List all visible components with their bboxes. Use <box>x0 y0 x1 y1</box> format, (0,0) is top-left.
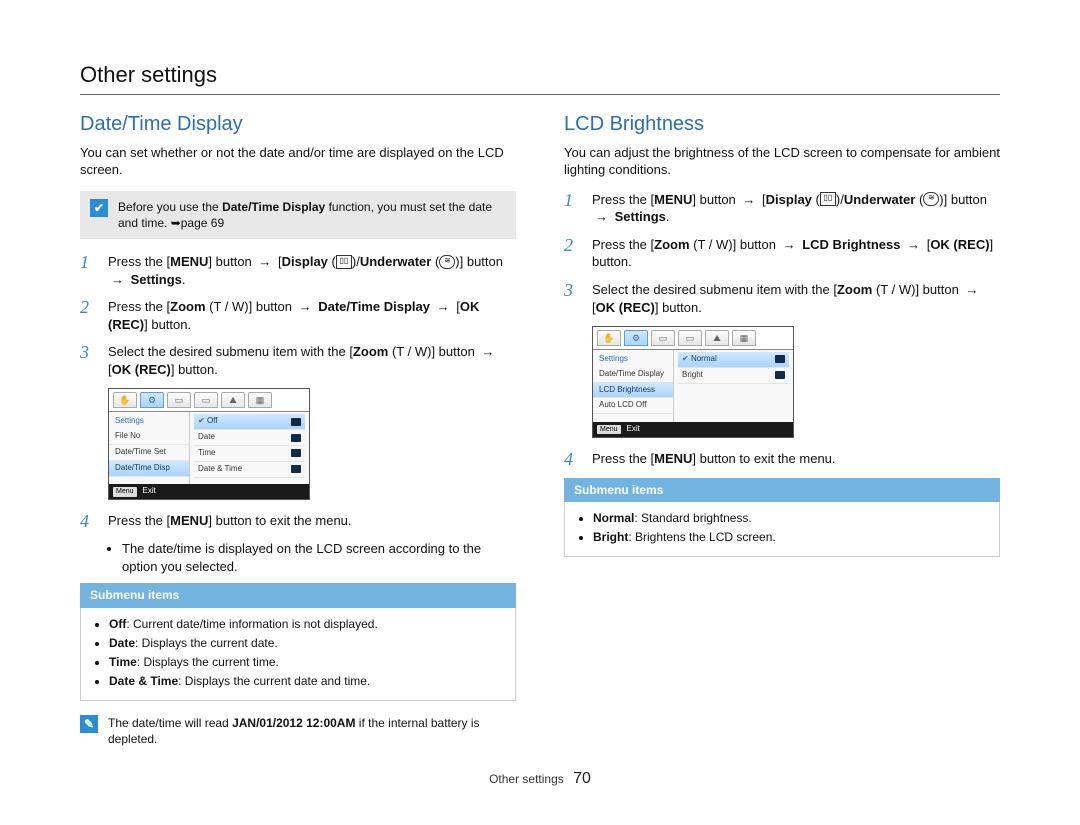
step-body: Press the [Zoom (T / W)] button → Date/T… <box>108 298 516 333</box>
section-title-lcd: LCD Brightness <box>564 111 1000 138</box>
ss-footer: Menu Exit <box>109 484 309 499</box>
ss-right-row: Date <box>194 430 305 446</box>
step-body: Select the desired submenu item with the… <box>108 343 516 378</box>
ss-left-row-selected: Date/Time Disp <box>109 461 189 477</box>
submenu-body-left: Off: Current date/time information is no… <box>80 608 516 702</box>
step-1: 1 Press the [MENU] button → [Display (▯▯… <box>80 253 516 288</box>
ss-menu-btn: Menu <box>597 425 621 434</box>
option-icon <box>775 371 785 379</box>
step-2: 2 Press the [Zoom (T / W)] button → Date… <box>80 298 516 333</box>
step-number: 2 <box>80 298 96 333</box>
page-title: Other settings <box>80 60 1000 90</box>
tab-icon-active: ⚙ <box>624 330 648 346</box>
tab-icon: ▦ <box>732 330 756 346</box>
ss-footer: Menu Exit <box>593 422 793 437</box>
ss-right-row: Date & Time <box>194 462 305 478</box>
submenu-item: Time: Displays the current time. <box>109 654 503 670</box>
step-1: 1 Press the [MENU] button → [Display (▯▯… <box>564 191 1000 226</box>
step-2: 2 Press the [Zoom (T / W)] button → LCD … <box>564 236 1000 271</box>
option-icon <box>775 355 785 363</box>
step-4: 4 Press the [MENU] button to exit the me… <box>80 512 516 530</box>
step-4-note: The date/time is displayed on the LCD sc… <box>80 540 516 575</box>
ss-left-title: Settings <box>593 352 673 367</box>
device-screenshot-datetime: ✋ ⚙ ▭ ▭ ⛰ ▦ Settings File No Date/Time S… <box>108 388 310 500</box>
underwater-icon: ≋ <box>923 192 939 206</box>
note-text: Before you use the Date/Time Display fun… <box>118 199 506 231</box>
tab-icon: ▭ <box>194 392 218 408</box>
step-body: Press the [MENU] button to exit the menu… <box>108 512 516 530</box>
underwater-icon: ≋ <box>439 255 455 269</box>
title-rule <box>80 94 1000 95</box>
right-column: LCD Brightness You can adjust the bright… <box>564 111 1000 748</box>
step-3: 3 Select the desired submenu item with t… <box>564 281 1000 316</box>
ss-left-row: Date/Time Set <box>109 445 189 461</box>
step-number: 2 <box>564 236 580 271</box>
ss-left-row: Auto LCD Off <box>593 398 673 414</box>
step-number: 4 <box>80 512 96 530</box>
submenu-item: Normal: Standard brightness. <box>593 510 987 526</box>
step-body: Press the [MENU] button to exit the menu… <box>592 450 1000 468</box>
option-icon <box>291 449 301 457</box>
display-icon: ▯▯ <box>820 192 836 206</box>
ss-left-row: Date/Time Display <box>593 367 673 383</box>
ss-exit-label: Exit <box>143 486 156 497</box>
step-body: Select the desired submenu item with the… <box>592 281 1000 316</box>
precondition-note: Before you use the Date/Time Display fun… <box>80 191 516 239</box>
step-body: Press the [Zoom (T / W)] button → LCD Br… <box>592 236 1000 271</box>
submenu-body-right: Normal: Standard brightness. Bright: Bri… <box>564 502 1000 557</box>
ss-exit-label: Exit <box>627 424 640 435</box>
tab-icon: ⛰ <box>221 392 245 408</box>
submenu-item: Off: Current date/time information is no… <box>109 616 503 632</box>
option-icon <box>291 418 301 426</box>
step-number: 4 <box>564 450 580 468</box>
tab-icon: ▭ <box>651 330 675 346</box>
submenu-header-right: Submenu items <box>564 478 1000 502</box>
note-icon <box>80 715 98 733</box>
tab-icon: ✋ <box>113 392 137 408</box>
tab-icon: ▭ <box>167 392 191 408</box>
ss-tabs: ✋ ⚙ ▭ ▭ ⛰ ▦ <box>593 327 793 350</box>
check-icon <box>90 199 108 217</box>
step-number: 1 <box>564 191 580 226</box>
submenu-header-left: Submenu items <box>80 583 516 607</box>
submenu-item: Bright: Brightens the LCD screen. <box>593 529 987 545</box>
battery-note: The date/time will read JAN/01/2012 12:0… <box>80 715 516 747</box>
option-icon <box>291 434 301 442</box>
page-footer: Other settings 70 <box>80 768 1000 790</box>
intro-datetime: You can set whether or not the date and/… <box>80 144 516 179</box>
step-number: 3 <box>80 343 96 378</box>
submenu-item: Date: Displays the current date. <box>109 635 503 651</box>
footer-label: Other settings <box>489 772 564 786</box>
submenu-item: Date & Time: Displays the current date a… <box>109 673 503 689</box>
step-number: 1 <box>80 253 96 288</box>
ss-right-row-selected: ✔ Normal <box>678 352 789 368</box>
step-body: Press the [MENU] button → [Display (▯▯)/… <box>592 191 1000 226</box>
ss-right-row: Time <box>194 446 305 462</box>
tab-icon: ⛰ <box>705 330 729 346</box>
step-body: Press the [MENU] button → [Display (▯▯)/… <box>108 253 516 288</box>
ss-left-row-selected: LCD Brightness <box>593 383 673 399</box>
tab-icon-active: ⚙ <box>140 392 164 408</box>
ss-menu-btn: Menu <box>113 487 137 496</box>
tab-icon: ▭ <box>678 330 702 346</box>
step-3: 3 Select the desired submenu item with t… <box>80 343 516 378</box>
ss-right-row: Bright <box>678 368 789 384</box>
step-number: 3 <box>564 281 580 316</box>
step-4: 4 Press the [MENU] button to exit the me… <box>564 450 1000 468</box>
ss-left-row: File No <box>109 429 189 445</box>
tab-icon: ✋ <box>597 330 621 346</box>
intro-lcd: You can adjust the brightness of the LCD… <box>564 144 1000 179</box>
tab-icon: ▦ <box>248 392 272 408</box>
ss-right-row-selected: ✔ Off <box>194 414 305 430</box>
ss-tabs: ✋ ⚙ ▭ ▭ ⛰ ▦ <box>109 389 309 412</box>
option-icon <box>291 465 301 473</box>
page-number: 70 <box>567 770 591 787</box>
display-icon: ▯▯ <box>336 255 352 269</box>
section-title-datetime: Date/Time Display <box>80 111 516 138</box>
left-column: Date/Time Display You can set whether or… <box>80 111 516 748</box>
device-screenshot-lcd: ✋ ⚙ ▭ ▭ ⛰ ▦ Settings Date/Time Display L… <box>592 326 794 438</box>
ss-left-title: Settings <box>109 414 189 429</box>
